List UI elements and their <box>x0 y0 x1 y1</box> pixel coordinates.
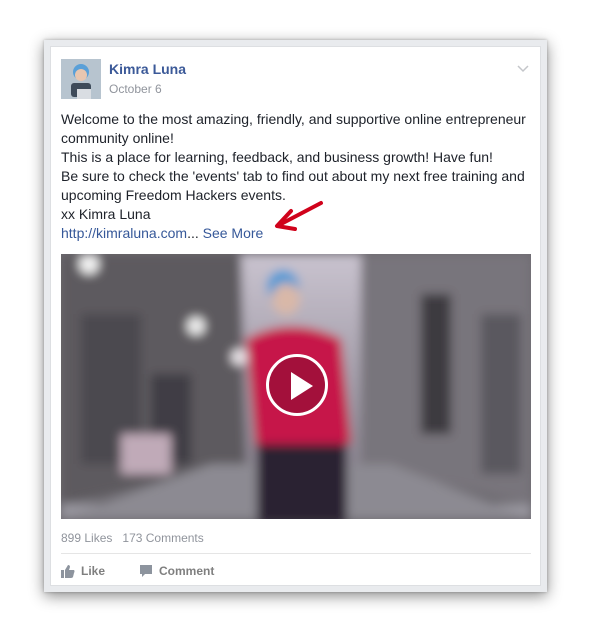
see-more-link[interactable]: See More <box>203 225 264 241</box>
avatar[interactable] <box>61 59 101 99</box>
post-line: community online! <box>61 130 174 146</box>
post-timestamp[interactable]: October 6 <box>109 82 162 96</box>
play-icon <box>291 372 313 400</box>
post-line: This is a place for learning, feedback, … <box>61 149 493 165</box>
thumbs-up-icon <box>61 565 75 578</box>
ellipsis: ... <box>187 225 199 241</box>
screenshot-frame: Kimra Luna October 6 Welcome to the most… <box>44 40 547 592</box>
website-link[interactable]: http://kimraluna.com <box>61 225 187 241</box>
post-author-name[interactable]: Kimra Luna <box>109 61 186 77</box>
chevron-down-icon[interactable] <box>516 61 530 73</box>
comments-count[interactable]: 173 Comments <box>122 531 203 545</box>
comment-button[interactable]: Comment <box>139 563 214 579</box>
play-button[interactable] <box>266 354 328 416</box>
post-line: Be sure to check the 'events' tab to fin… <box>61 168 525 184</box>
post-card: Kimra Luna October 6 Welcome to the most… <box>50 46 541 586</box>
like-button[interactable]: Like <box>61 563 105 579</box>
post-line: Welcome to the most amazing, friendly, a… <box>61 111 526 127</box>
video-player[interactable] <box>61 254 531 519</box>
divider <box>61 553 531 554</box>
comment-label: Comment <box>159 564 215 578</box>
comment-bubble-icon <box>140 565 152 577</box>
red-arrow-icon <box>275 201 323 231</box>
like-label: Like <box>81 564 106 578</box>
avatar-photo <box>61 59 101 99</box>
engagement-stats: 899 Likes 173 Comments <box>61 531 204 545</box>
likes-count[interactable]: 899 Likes <box>61 531 112 545</box>
